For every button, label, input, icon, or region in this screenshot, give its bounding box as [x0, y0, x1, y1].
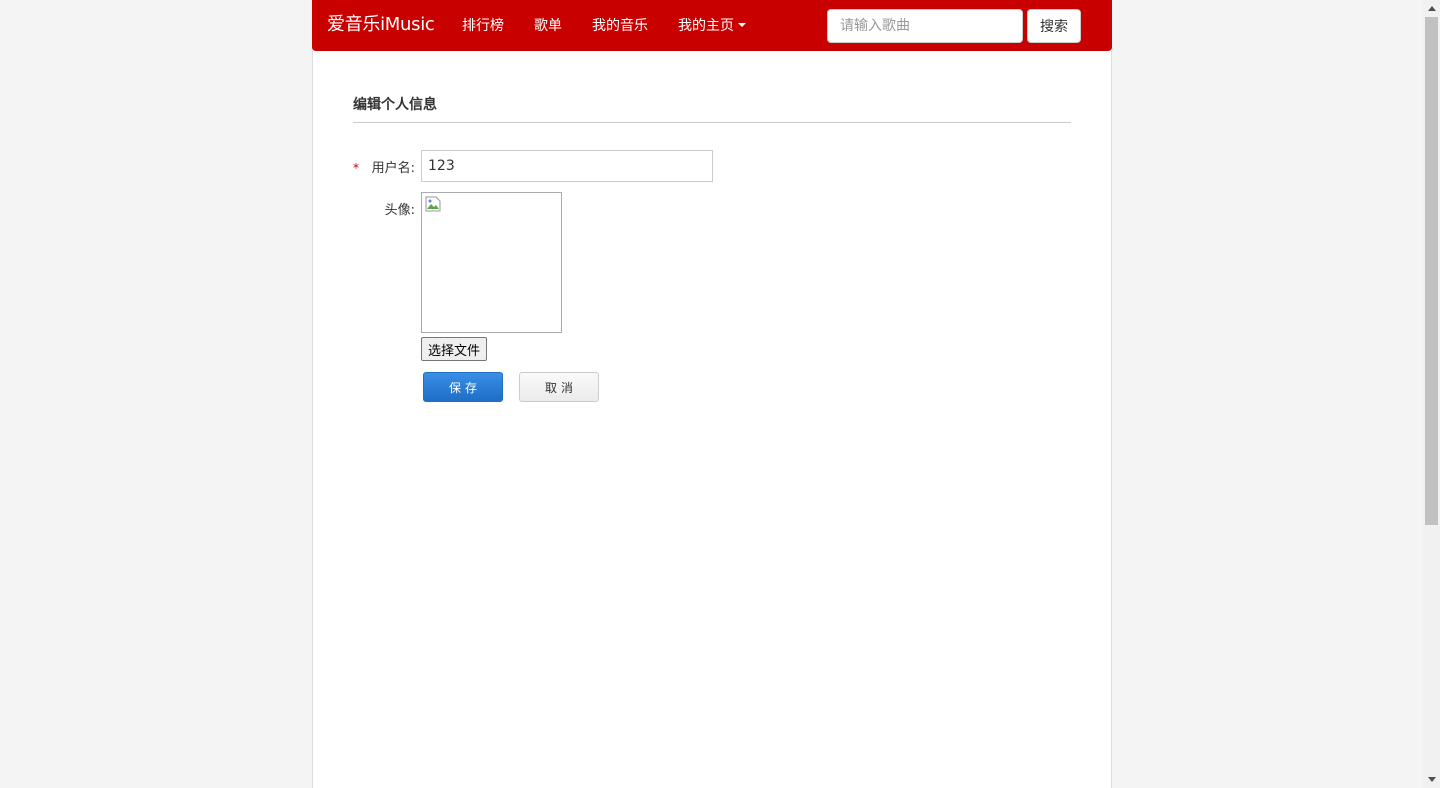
search-input[interactable]	[827, 9, 1023, 43]
vertical-scrollbar[interactable]	[1423, 0, 1440, 788]
top-navbar: 爱音乐iMusic 排行榜 歌单 我的音乐 我的主页 搜索	[312, 0, 1112, 51]
search-button[interactable]: 搜索	[1027, 9, 1081, 43]
nav-item-playlist[interactable]: 歌单	[534, 16, 562, 36]
username-label: 用户名:	[371, 161, 415, 176]
scroll-down-arrow-icon[interactable]	[1423, 771, 1440, 788]
save-button[interactable]: 保存	[423, 372, 503, 402]
cancel-button[interactable]: 取消	[519, 372, 599, 402]
broken-image-icon	[425, 196, 441, 212]
edit-profile-panel: 编辑个人信息 * 用户名: 头像: 选择文件 保存 取消	[353, 90, 1071, 402]
choose-file-button[interactable]: 选择文件	[421, 337, 488, 361]
nav-item-ranking[interactable]: 排行榜	[462, 16, 504, 36]
nav-item-my-homepage-label: 我的主页	[678, 18, 734, 34]
brand-logo[interactable]: 爱音乐iMusic	[327, 13, 435, 37]
scroll-up-arrow-icon[interactable]	[1423, 0, 1440, 17]
page-title: 编辑个人信息	[353, 94, 1071, 123]
avatar-preview	[421, 192, 562, 333]
scrollbar-thumb[interactable]	[1425, 17, 1438, 525]
username-field[interactable]	[421, 150, 713, 182]
caret-down-icon	[738, 23, 746, 27]
avatar-label: 头像:	[384, 203, 415, 218]
nav-item-my-homepage[interactable]: 我的主页	[678, 16, 746, 36]
nav-item-my-music[interactable]: 我的音乐	[592, 16, 648, 36]
